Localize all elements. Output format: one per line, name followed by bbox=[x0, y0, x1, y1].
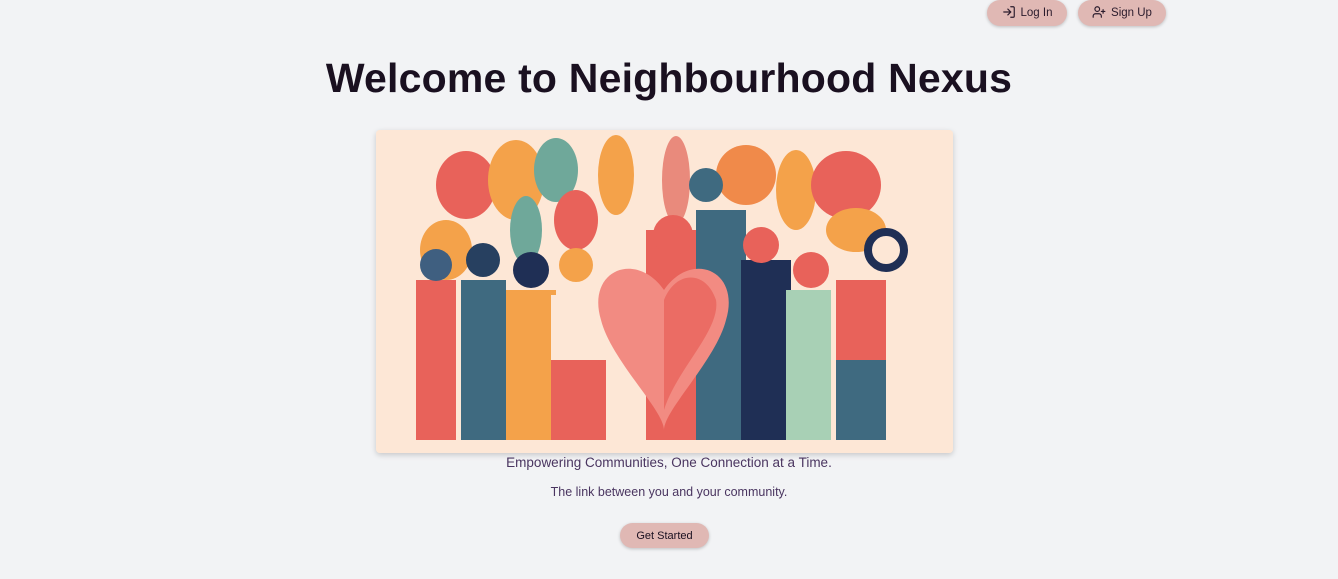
login-icon bbox=[1002, 5, 1016, 22]
landing-page: Log In Sign Up Welcome to Neighbourhood … bbox=[0, 0, 1338, 579]
hero-illustration bbox=[376, 130, 953, 453]
page-title: Welcome to Neighbourhood Nexus bbox=[325, 55, 1013, 101]
login-label: Log In bbox=[1020, 7, 1053, 19]
community-illustration bbox=[376, 130, 953, 453]
signup-button[interactable]: Sign Up bbox=[1078, 0, 1166, 26]
signup-label: Sign Up bbox=[1111, 7, 1152, 19]
login-button[interactable]: Log In bbox=[987, 0, 1067, 26]
header-actions: Log In Sign Up bbox=[987, 0, 1166, 26]
user-plus-icon bbox=[1092, 5, 1106, 22]
subtitle: The link between you and your community. bbox=[550, 485, 788, 499]
tagline: Empowering Communities, One Connection a… bbox=[506, 455, 832, 470]
get-started-button[interactable]: Get Started bbox=[620, 523, 709, 548]
